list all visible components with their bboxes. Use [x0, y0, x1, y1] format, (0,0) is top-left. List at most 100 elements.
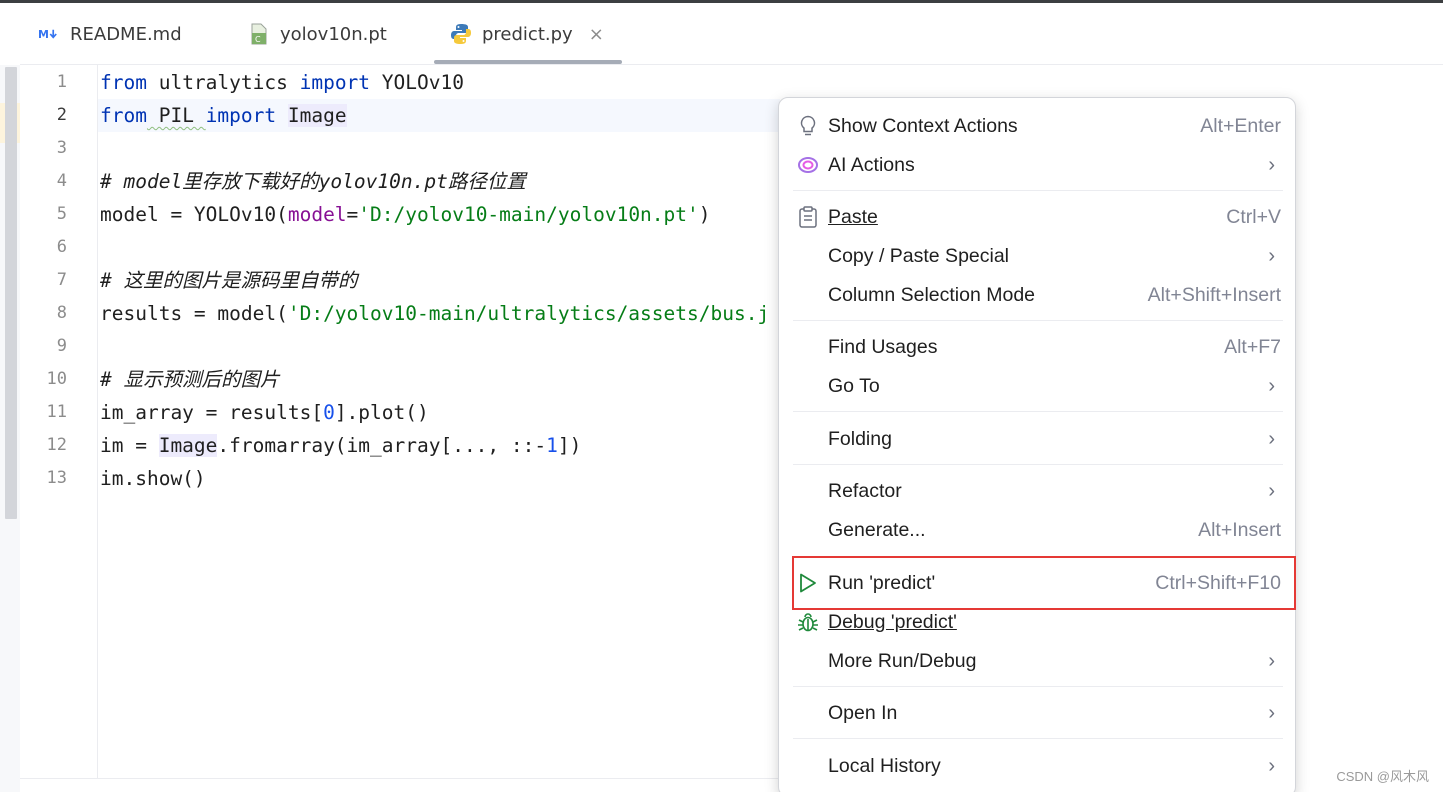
number-literal: 0 — [323, 401, 335, 424]
chevron-right-icon: › — [1268, 374, 1275, 397]
line-number-gutter: 1 2 3 4 5 6 7 8 9 10 11 12 13 — [20, 65, 98, 778]
menu-item-show-context-actions[interactable]: Show Context Actions Alt+Enter — [793, 108, 1283, 144]
editor-bottom-border — [20, 778, 780, 779]
menu-item-paste[interactable]: Paste Ctrl+V — [793, 199, 1283, 235]
identifier: Image — [287, 104, 347, 127]
chevron-right-icon: › — [1268, 479, 1275, 502]
menu-item-label: Refactor — [828, 479, 902, 502]
string-literal: 'D:/yolov10-main/ultralytics/assets/bus.… — [287, 302, 770, 325]
code-text: model = YOLOv10( — [100, 203, 288, 226]
tab-label: README.md — [70, 23, 182, 45]
lightbulb-icon — [795, 113, 821, 139]
menu-item-shortcut: Ctrl+Shift+F10 — [1155, 571, 1281, 594]
svg-text:M: M — [38, 28, 49, 41]
code-text: .fromarray(im_array[..., ::- — [217, 434, 547, 457]
chevron-right-icon: › — [1268, 701, 1275, 724]
python-icon — [450, 23, 472, 45]
menu-separator — [793, 320, 1283, 321]
menu-separator — [793, 190, 1283, 191]
line-number: 11 — [46, 402, 67, 422]
code-text: = — [346, 203, 359, 226]
menu-item-shortcut: Alt+F7 — [1224, 335, 1281, 358]
line-number: 4 — [56, 171, 67, 191]
code-line-8: results = model('D:/yolov10-main/ultraly… — [100, 297, 769, 330]
tab-readme[interactable]: M README.md — [38, 3, 182, 65]
keyword: from — [100, 104, 147, 127]
menu-item-column-selection-mode[interactable]: Column Selection Mode Alt+Shift+Insert — [793, 277, 1283, 313]
menu-item-label: Local History — [828, 754, 941, 777]
menu-item-find-usages[interactable]: Find Usages Alt+F7 — [793, 329, 1283, 365]
param-name: model — [287, 203, 347, 226]
menu-separator — [793, 464, 1283, 465]
code-line-11: im_array = results[0].plot() — [100, 396, 429, 429]
menu-item-open-in[interactable]: Open In › — [793, 695, 1283, 731]
close-icon[interactable]: × — [589, 24, 604, 45]
left-scrollbar[interactable] — [5, 67, 17, 519]
line-number: 6 — [56, 237, 67, 257]
menu-item-refactor[interactable]: Refactor › — [793, 473, 1283, 509]
menu-item-run-predict[interactable]: Run 'predict' Ctrl+Shift+F10 — [793, 565, 1283, 601]
menu-item-label: Run 'predict' — [828, 571, 936, 594]
watermark: CSDN @风木风 — [1336, 769, 1429, 784]
chevron-right-icon: › — [1268, 427, 1275, 450]
chevron-right-icon: › — [1268, 244, 1275, 267]
chevron-right-icon: › — [1268, 153, 1275, 176]
code-text: im = — [100, 434, 159, 457]
keyword: import — [205, 104, 277, 127]
menu-item-label: More Run/Debug — [828, 649, 977, 672]
code-line-2: from PIL import Image — [100, 99, 347, 132]
menu-item-debug-predict[interactable]: Debug 'predict' — [793, 604, 1283, 640]
tab-label: yolov10n.pt — [280, 23, 387, 45]
menu-item-ai-actions[interactable]: AI Actions › — [793, 147, 1283, 183]
menu-item-shortcut: Alt+Insert — [1198, 518, 1281, 541]
code-line-12: im = Image.fromarray(im_array[..., ::-1]… — [100, 429, 581, 462]
ai-spiral-icon — [795, 152, 821, 178]
code-text: ]) — [557, 434, 582, 457]
menu-item-local-history[interactable]: Local History › — [793, 748, 1283, 784]
menu-item-label: Find Usages — [828, 335, 938, 358]
svg-text:C: C — [255, 35, 261, 44]
line-number: 9 — [56, 336, 67, 356]
chevron-right-icon: › — [1268, 649, 1275, 672]
menu-item-label: Folding — [828, 427, 892, 450]
string-literal: 'D:/yolov10-main/yolov10n.pt' — [358, 203, 699, 226]
menu-separator — [793, 738, 1283, 739]
code-line-4: # model里存放下载好的yolov10n.pt路径位置 — [100, 170, 526, 193]
line-number: 2 — [56, 105, 67, 125]
line-number: 10 — [46, 369, 67, 389]
code-line-7: # 这里的图片是源码里自带的 — [100, 269, 358, 292]
menu-item-label: Copy / Paste Special — [828, 244, 1010, 267]
code-editor[interactable]: from ultralytics import YOLOv10 from PIL… — [100, 65, 780, 490]
tab-label: predict.py — [482, 23, 573, 45]
menu-item-shortcut: Ctrl+V — [1226, 205, 1281, 228]
menu-item-copy-paste-special[interactable]: Copy / Paste Special › — [793, 238, 1283, 274]
line-number: 3 — [56, 138, 67, 158]
menu-item-label: Open In — [828, 701, 898, 724]
line-number: 13 — [46, 468, 67, 488]
context-menu: Show Context Actions Alt+Enter AI Action… — [778, 97, 1296, 792]
menu-item-more-run-debug[interactable]: More Run/Debug › — [793, 643, 1283, 679]
menu-item-folding[interactable]: Folding › — [793, 421, 1283, 457]
menu-item-go-to[interactable]: Go To › — [793, 368, 1283, 404]
line-number: 8 — [56, 303, 67, 323]
tab-yolov10n-pt[interactable]: C yolov10n.pt — [248, 3, 387, 65]
menu-item-label: Column Selection Mode — [828, 283, 1036, 306]
pt-file-icon: C — [248, 23, 270, 45]
keyword: from — [100, 71, 147, 94]
editor-tab-bar: M README.md C yolov10n.pt predict.py × — [20, 3, 1443, 65]
code-line-1: from ultralytics import YOLOv10 — [100, 66, 464, 99]
menu-item-label: Paste — [828, 205, 878, 228]
code-text: results = model( — [100, 302, 288, 325]
menu-item-label: Generate... — [828, 518, 926, 541]
menu-item-label: Go To — [828, 374, 880, 397]
clipboard-icon — [795, 204, 821, 230]
line-number: 1 — [56, 72, 67, 92]
chevron-right-icon: › — [1268, 754, 1275, 777]
tab-predict-py[interactable]: predict.py × — [434, 3, 622, 65]
code-text: ) — [698, 203, 711, 226]
menu-item-generate[interactable]: Generate... Alt+Insert — [793, 512, 1283, 548]
module-name: ultralytics — [146, 71, 300, 94]
line-number: 12 — [46, 435, 67, 455]
number-literal: 1 — [546, 434, 558, 457]
menu-separator — [793, 686, 1283, 687]
